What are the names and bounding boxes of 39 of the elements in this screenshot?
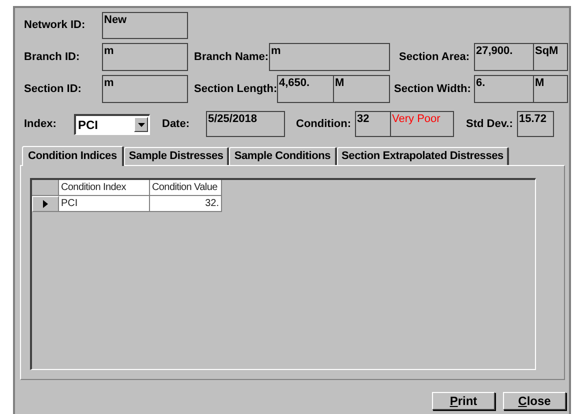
rating-text: Very Poor (391, 111, 454, 137)
field-label: Branch Name: (194, 50, 269, 65)
column-header[interactable]: Condition Index (59, 180, 150, 196)
field-label: Condition: (296, 116, 351, 132)
table-cell: PCI (59, 196, 150, 212)
field-value: 27,900. (474, 43, 534, 71)
tab[interactable]: Section Extrapolated Distresses (336, 147, 510, 165)
field-value: 4,650. (277, 75, 334, 103)
index-dropdown[interactable]: PCI (74, 114, 150, 134)
field-value: m (269, 43, 390, 71)
field-label: Section Length: (194, 82, 278, 97)
field-label: Section Width: (394, 82, 471, 97)
dropdown-value: PCI (78, 116, 98, 134)
tab[interactable]: Sample Distresses (124, 147, 230, 165)
field-value: 5/25/2018 (206, 111, 285, 137)
unit-text: M (334, 75, 390, 103)
field-value: New (102, 12, 188, 39)
dialog-button[interactable]: Close (503, 392, 566, 410)
field-label: Section ID: (24, 82, 82, 97)
unit-text: M (534, 75, 568, 103)
dialog-button[interactable]: Print (432, 392, 495, 410)
tab[interactable]: Sample Conditions (229, 147, 337, 165)
field-label: Std Dev.: (466, 116, 513, 132)
field-value: m (102, 43, 188, 71)
field-label: Section Area: (399, 50, 470, 65)
field-label: Network ID: (24, 18, 86, 34)
field-value: 6. (474, 75, 534, 103)
field-value: 32 (355, 111, 391, 137)
field-label: Index: (24, 116, 56, 132)
tab[interactable]: Condition Indices (22, 146, 124, 166)
unit-text: SqM (534, 43, 568, 71)
field-label: Branch ID: (24, 50, 80, 65)
field-label: Date: (162, 116, 190, 132)
field-value: m (102, 75, 188, 103)
field-value: 15.72 (517, 111, 554, 137)
table-cell: 32. (150, 196, 222, 212)
current-row-icon (43, 200, 48, 208)
column-header[interactable]: Condition Value (150, 180, 222, 196)
row-header[interactable] (32, 196, 59, 212)
